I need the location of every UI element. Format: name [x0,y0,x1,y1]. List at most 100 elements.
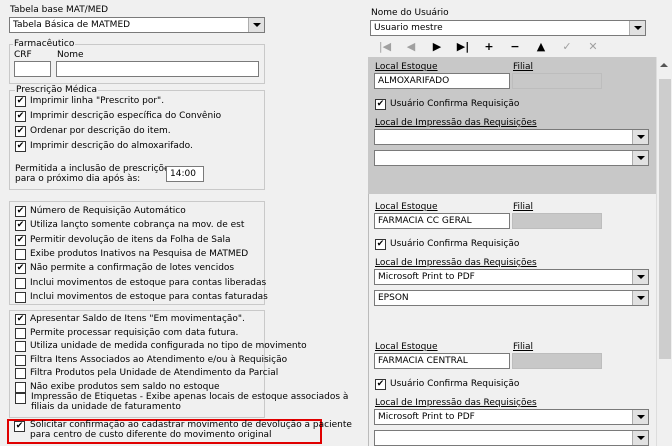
permitida-label-2: para o próximo dia após às: [15,174,141,184]
opcao-check-4-box[interactable] [15,263,26,275]
etiquetas-checkbox[interactable]: Impressão de Etiquetas - Exibe apenas lo… [15,392,348,417]
opcao-check-3-box[interactable] [15,248,26,260]
delete-icon[interactable]: − [506,39,524,55]
opcao2-check-0-label: Apresentar Saldo de Itens "Em movimentaç… [30,314,245,324]
opcao2-check-3[interactable]: Filtra Itens Associados ao Atendimento e… [15,354,288,367]
impressora-combo-1[interactable]: Microsoft Print to PDF [374,269,649,285]
usuario-confirma-box[interactable] [375,99,386,110]
prescricao-check-3-label: Imprimir descrição do almoxarifado. [30,141,193,151]
opcao-check-3[interactable]: Exibe produtos Inativos na Pesquisa de M… [15,248,248,261]
edit-icon[interactable]: ▲ [532,39,550,55]
permitida-label-1: Permitida a inclusão de prescrições [15,164,175,174]
nome-label: Nome [57,50,84,60]
impressora-combo-1[interactable] [374,129,649,145]
local-estoque-field[interactable]: FARMACIA CC GERAL [374,213,510,229]
usuario-confirma-checkbox[interactable]: Usuário Confirma Requisição [375,99,519,111]
impressao-label: Local de Impressão das Requisições [375,258,537,268]
local-estoque-field[interactable]: ALMOXARIFADO [374,73,510,89]
crf-field[interactable] [14,61,51,77]
opcao-check-1-label: Utiliza lançto somente cobrança na mov. … [30,220,245,231]
opcao-check-1-box[interactable] [15,220,26,232]
usuario-confirma-checkbox[interactable]: Usuário Confirma Requisição [375,379,519,391]
impressora-combo-1[interactable]: Microsoft Print to PDF [374,409,649,425]
opcao2-check-1-label: Permite processar requisição com data fu… [30,327,239,338]
opcao-check-2-box[interactable] [15,234,26,246]
prescricao-title: Prescrição Médica [15,85,98,95]
opcao-check-6-box[interactable] [15,291,26,303]
opcao2-check-1-box[interactable] [15,327,26,339]
opcao2-check-2[interactable]: Utiliza unidade de medida configurada no… [15,341,307,353]
prescricao-check-2-box[interactable] [15,126,26,137]
opcao2-check-0-box[interactable] [15,314,26,325]
insert-icon[interactable]: + [480,39,498,55]
opcao-check-1[interactable]: Utiliza lançto somente cobrança na mov. … [15,220,244,232]
chevron-down-icon[interactable] [248,18,264,32]
opcao2-check-1[interactable]: Permite processar requisição com data fu… [15,327,239,340]
crf-label: CRF [14,50,32,60]
etiquetas-line1: Impressão de Etiquetas - Exibe apenas lo… [31,392,349,402]
prescricao-check-3-box[interactable] [15,141,26,152]
chevron-down-icon[interactable] [632,130,648,144]
impressora-combo-2[interactable] [374,430,649,446]
opcao2-check-0[interactable]: Apresentar Saldo de Itens "Em movimentaç… [15,314,245,326]
prescricao-check-2[interactable]: Ordenar por descrição do item. [15,126,171,138]
impressao-label: Local de Impressão das Requisições [375,118,537,128]
prescricao-check-1[interactable]: Imprimir descrição específica do Convêni… [15,111,221,123]
solicitar-box[interactable] [14,421,25,432]
opcao2-check-4-box[interactable] [15,368,26,379]
opcao-check-5[interactable]: Inclui movimentos de estoque para contas… [15,277,266,290]
chevron-down-icon[interactable] [632,431,648,445]
chevron-down-icon[interactable] [632,410,648,424]
next-icon[interactable]: ▶ [428,39,446,55]
impressora-value-2: EPSON [378,293,409,303]
etiquetas-box[interactable] [15,393,26,404]
post-icon[interactable]: ✓ [558,39,576,55]
opcao-check-5-box[interactable] [15,277,26,289]
scroll-thumb[interactable] [659,79,671,359]
prescricao-check-1-box[interactable] [15,111,26,122]
chevron-down-icon[interactable] [632,151,648,165]
solicitar-checkbox[interactable]: Solicitar confirmação ao cadastrar movim… [14,420,352,443]
filial-field[interactable] [512,353,602,369]
opcao2-check-4[interactable]: Filtra Produtos pela Unidade de Atendime… [15,368,278,380]
filial-field[interactable] [512,213,602,229]
scroll-up-icon[interactable] [660,63,668,67]
filial-field[interactable] [512,73,602,89]
usuario-confirma-checkbox[interactable]: Usuário Confirma Requisição [375,239,519,251]
opcao-check-0-box[interactable] [15,206,26,217]
opcao2-check-2-box[interactable] [15,341,26,352]
farmaceutico-title: Farmacêutico [13,39,76,49]
solicitar-line2: para centro de custo diferente do movime… [30,430,272,440]
usuario-combo[interactable]: Usuario mestre [370,20,646,36]
first-icon[interactable]: |◀ [376,39,394,55]
prescricao-check-0[interactable]: Imprimir linha "Prescrito por". [15,96,164,108]
opcao-check-4[interactable]: Não permite a confirmação de lotes venci… [15,263,234,275]
usuario-confirma-box[interactable] [375,379,386,390]
prior-icon[interactable]: ◀ [402,39,420,55]
opcao-check-6[interactable]: Inclui movimentos de estoque para contas… [15,291,268,304]
opcao2-check-5-label: Não exibe produtos sem saldo no estoque [30,381,220,392]
opcao-check-0[interactable]: Número de Requisição Automático [15,206,186,218]
prescricao-check-3[interactable]: Imprimir descrição do almoxarifado. [15,141,193,153]
impressora-combo-2[interactable]: EPSON [374,290,649,306]
opcao-check-2[interactable]: Permitir devolução de itens da Folha de … [15,234,230,247]
usuario-confirma-label: Usuário Confirma Requisição [390,99,520,109]
scrollbar[interactable] [656,57,672,446]
hora-field[interactable]: 14:00 [166,166,204,182]
chevron-down-icon[interactable] [632,270,648,284]
local-estoque-field[interactable]: FARMACIA CENTRAL [374,353,510,369]
impressora-value-1: Microsoft Print to PDF [378,272,475,282]
impressora-combo-2[interactable] [374,150,649,166]
prescricao-check-0-box[interactable] [15,96,26,107]
usuario-confirma-box[interactable] [375,239,386,250]
chevron-down-icon[interactable] [629,21,645,35]
opcao2-check-3-label: Filtra Itens Associados ao Atendimento e… [30,354,288,365]
opcao2-check-5-box[interactable] [15,381,26,393]
last-icon[interactable]: ▶| [454,39,472,55]
nome-field[interactable] [56,61,259,77]
chevron-down-icon[interactable] [632,291,648,305]
tabela-base-combo[interactable]: Tabela Básica de MATMED [9,17,265,33]
opcao2-check-3-box[interactable] [15,354,26,366]
cancel-icon[interactable]: ✕ [584,39,602,55]
local-estoque-label: Local Estoque [375,62,438,72]
